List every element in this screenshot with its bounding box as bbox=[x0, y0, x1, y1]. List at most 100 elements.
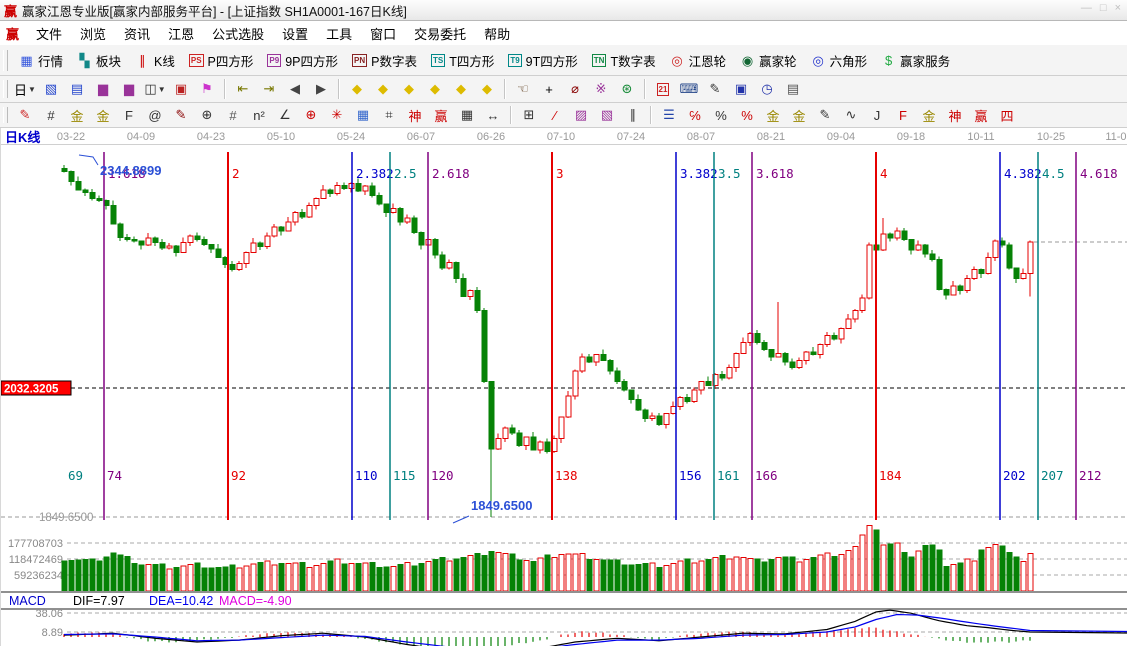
j-angle-icon[interactable]: J bbox=[864, 104, 890, 127]
gann-wheel-button[interactable]: ◎江恩轮 bbox=[663, 48, 734, 73]
menu-file[interactable]: 文件 bbox=[27, 24, 71, 45]
svg-text:3.5: 3.5 bbox=[718, 166, 741, 181]
info-panel-icon[interactable]: ▤ bbox=[64, 78, 90, 101]
column-stat-icon[interactable]: ☰ bbox=[656, 104, 682, 127]
double-k-icon[interactable]: ▣ bbox=[168, 78, 194, 101]
calendar-icon[interactable]: 21 bbox=[650, 78, 676, 101]
schedule-icon[interactable]: ◷ bbox=[754, 78, 780, 101]
pan-left-icon[interactable]: ◆ bbox=[344, 78, 370, 101]
hexagon-button[interactable]: ◎六角形 bbox=[804, 48, 875, 73]
menu-trade[interactable]: 交易委托 bbox=[405, 24, 475, 45]
menu-tools[interactable]: 工具 bbox=[317, 24, 361, 45]
box-tool-icon[interactable]: ⊞ bbox=[516, 104, 542, 127]
star-grid-icon[interactable]: ✳ bbox=[324, 104, 350, 127]
dropdown-caret-icon: ▼ bbox=[158, 85, 166, 94]
measure-brush-icon[interactable]: ✎ bbox=[168, 104, 194, 127]
pointer-off-icon[interactable]: ⌀ bbox=[562, 78, 588, 101]
compress-horizontal-icon[interactable]: ◆ bbox=[422, 78, 448, 101]
menu-news[interactable]: 资讯 bbox=[115, 24, 159, 45]
menu-formula[interactable]: 公式选股 bbox=[203, 24, 273, 45]
si-angle-icon[interactable]: 四 bbox=[994, 104, 1020, 127]
p-table-button[interactable]: PNP数字表 bbox=[345, 48, 424, 73]
calculator-icon[interactable]: ⌨ bbox=[676, 78, 702, 101]
jin-angle-icon[interactable]: 金 bbox=[916, 104, 942, 127]
maximize-button[interactable]: □ bbox=[1100, 2, 1107, 14]
gold-circle-icon[interactable]: 金 bbox=[760, 104, 786, 127]
flag-icon[interactable]: ⚑ bbox=[194, 78, 220, 101]
ying-angle-icon[interactable]: 赢 bbox=[968, 104, 994, 127]
period-button[interactable]: 日▼ bbox=[12, 78, 38, 101]
t-table-button[interactable]: TNT数字表 bbox=[585, 48, 663, 73]
winner-wheel-button-label: 赢家轮 bbox=[759, 51, 797, 70]
9t-square-button[interactable]: T99T四方形 bbox=[501, 48, 584, 73]
brush-icon[interactable]: ✎ bbox=[12, 104, 38, 127]
hand-tool-icon[interactable]: ☜ bbox=[510, 78, 536, 101]
analysis-icon[interactable]: ⊛ bbox=[614, 78, 640, 101]
candlestick-series bbox=[62, 165, 1033, 517]
gann-web-icon[interactable]: ※ bbox=[588, 78, 614, 101]
f-angle-icon[interactable]: F bbox=[890, 104, 916, 127]
winner-service-button[interactable]: $赢家服务 bbox=[874, 48, 957, 73]
zoom-horizontal-icon[interactable]: ◆ bbox=[396, 78, 422, 101]
memo-icon[interactable]: ✎ bbox=[702, 78, 728, 101]
overlay-chart-icon[interactable]: ▧ bbox=[38, 78, 64, 101]
fan-box-icon[interactable]: ▧ bbox=[594, 104, 620, 127]
f-line-icon[interactable]: F bbox=[116, 104, 142, 127]
web-grid-icon[interactable]: ▦ bbox=[350, 104, 376, 127]
minute9-bars-icon[interactable]: ▆ bbox=[116, 78, 142, 101]
gann-comb-icon[interactable]: # bbox=[38, 104, 64, 127]
winner-wheel-button[interactable]: ◉赢家轮 bbox=[733, 48, 804, 73]
crosshair-icon[interactable]: + bbox=[536, 78, 562, 101]
minute3-bars-icon[interactable]: ▆ bbox=[90, 78, 116, 101]
quote-button[interactable]: ▦行情 bbox=[12, 48, 70, 73]
next-bar-icon[interactable]: ▶ bbox=[308, 78, 334, 101]
prev-bar-icon[interactable]: ◀ bbox=[282, 78, 308, 101]
pen2-icon[interactable]: ✎ bbox=[812, 104, 838, 127]
chart-area[interactable]: 03-2204-0904-2305-1005-2406-0706-2607-10… bbox=[0, 128, 1127, 646]
p-square-button[interactable]: PSP四方形 bbox=[182, 48, 261, 73]
cycle-circle-icon[interactable]: ⊕ bbox=[194, 104, 220, 127]
zoom-all-icon[interactable]: ◆ bbox=[474, 78, 500, 101]
n-square-icon[interactable]: n² bbox=[246, 104, 272, 127]
skip-first-icon[interactable]: ⇤ bbox=[230, 78, 256, 101]
parallel-lines-icon[interactable]: ∥ bbox=[620, 104, 646, 127]
menu-help[interactable]: 帮助 bbox=[475, 24, 519, 45]
t-square-button[interactable]: TST四方形 bbox=[424, 48, 501, 73]
sector-button[interactable]: ▚板块 bbox=[70, 48, 128, 73]
gold-line-icon[interactable]: 金 bbox=[786, 104, 812, 127]
menu-browse[interactable]: 浏览 bbox=[71, 24, 115, 45]
kline-button[interactable]: ∥K线 bbox=[128, 48, 182, 73]
percent-icon[interactable]: % bbox=[708, 104, 734, 127]
menu-window[interactable]: 窗口 bbox=[361, 24, 405, 45]
gold-price-icon[interactable]: 金 bbox=[90, 104, 116, 127]
print-icon[interactable]: ▤ bbox=[780, 78, 806, 101]
close-button[interactable]: × bbox=[1115, 2, 1121, 14]
candle-style-button[interactable]: ◫▼ bbox=[142, 78, 168, 101]
angle-tool-icon[interactable]: ∠ bbox=[272, 104, 298, 127]
menu-settings[interactable]: 设置 bbox=[273, 24, 317, 45]
menu-gann[interactable]: 江恩 bbox=[159, 24, 203, 45]
chart-canvas[interactable]: 03-2204-0904-2305-1005-2406-0706-2607-10… bbox=[1, 128, 1127, 646]
toolbar-separator bbox=[224, 79, 226, 99]
gann-fan-icon[interactable]: ∕ bbox=[542, 104, 568, 127]
ying-tool-icon[interactable]: 赢 bbox=[428, 104, 454, 127]
pulse-icon[interactable]: ⌗ bbox=[376, 104, 402, 127]
expand-all-icon[interactable]: ◆ bbox=[448, 78, 474, 101]
shen-angle-icon[interactable]: 神 bbox=[942, 104, 968, 127]
pan-right-icon[interactable]: ◆ bbox=[370, 78, 396, 101]
save-icon[interactable]: ▣ bbox=[728, 78, 754, 101]
fan-grid-icon[interactable]: ▨ bbox=[568, 104, 594, 127]
skip-last-icon[interactable]: ⇥ bbox=[256, 78, 282, 101]
gold-section-icon[interactable]: 金 bbox=[64, 104, 90, 127]
width-measure-icon[interactable]: ↔ bbox=[480, 104, 506, 127]
gann-circle-icon[interactable]: ⊕ bbox=[298, 104, 324, 127]
minimize-button[interactable]: — bbox=[1081, 2, 1092, 14]
wave-icon[interactable]: ∿ bbox=[838, 104, 864, 127]
percent-red-icon[interactable]: % bbox=[734, 104, 760, 127]
percent-line-icon[interactable]: ℅ bbox=[682, 104, 708, 127]
ruler-grid-icon[interactable]: ▦ bbox=[454, 104, 480, 127]
spiral-icon[interactable]: @ bbox=[142, 104, 168, 127]
time-comb-icon[interactable]: # bbox=[220, 104, 246, 127]
9p-square-button[interactable]: P99P四方形 bbox=[260, 48, 345, 73]
shen-tool-icon[interactable]: 神 bbox=[402, 104, 428, 127]
